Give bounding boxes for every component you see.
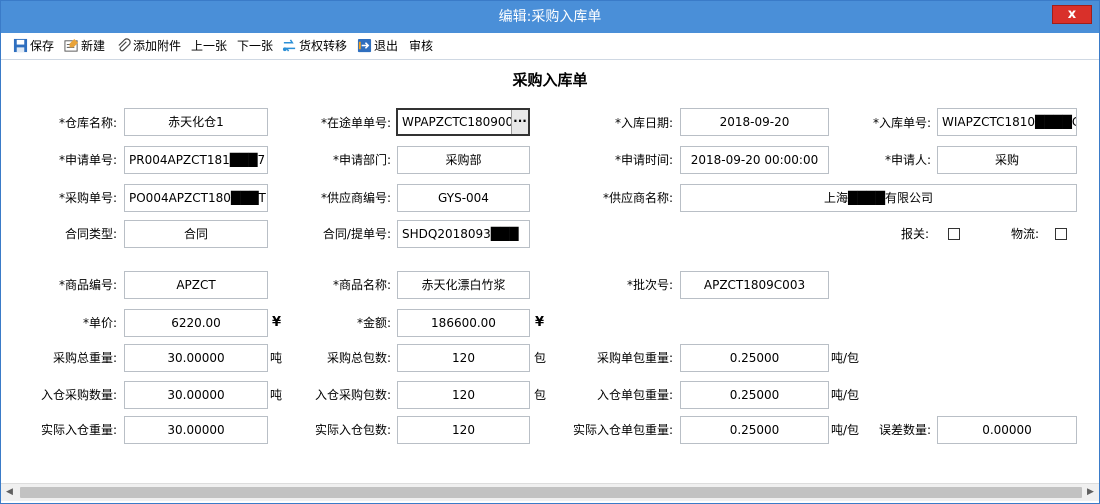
supplier-name-field[interactable]: 上海████有限公司: [680, 184, 1077, 212]
po-pack-weight-unit: 吨/包: [831, 351, 860, 365]
audit-button[interactable]: 审核: [409, 37, 433, 55]
req-dept-field[interactable]: 采购部: [397, 146, 530, 174]
new-label: 新建: [81, 39, 106, 53]
close-button[interactable]: x: [1052, 5, 1092, 24]
act-weight-field[interactable]: 30.00000: [124, 416, 268, 444]
edit-window: 编辑:采购入库单 x 保存 新建 添加附件 上一张 下一张 货权转移 退出 审核…: [0, 0, 1100, 504]
logistics-checkbox[interactable]: [1055, 228, 1067, 240]
in-po-packs-label: 入仓采购包数:: [314, 388, 391, 402]
amount-field[interactable]: 186600.00: [397, 309, 530, 337]
unit-price-currency: ¥: [272, 315, 282, 330]
transfer-label: 货权转移: [299, 39, 348, 53]
contract-type-field[interactable]: 合同: [124, 220, 268, 248]
in-pack-weight-label: 入仓单包重量:: [596, 388, 673, 402]
po-total-weight-label: 采购总重量:: [52, 351, 117, 365]
applicant-field[interactable]: 采购: [937, 146, 1077, 174]
in-no-field[interactable]: WIAPZCTC1810████CT: [937, 108, 1077, 136]
transit-no-field[interactable]: WPAPZCTC1809003 ···: [396, 108, 530, 136]
save-label: 保存: [30, 39, 55, 53]
req-time-field[interactable]: 2018-09-20 00:00:00: [680, 146, 829, 174]
in-po-packs-unit: 包: [534, 388, 547, 402]
po-total-packs-label: 采购总包数:: [326, 351, 391, 365]
warehouse-label: *仓库名称:: [58, 116, 117, 130]
amount-label: *金额:: [356, 316, 391, 330]
in-no-label: *入库单号:: [872, 116, 931, 130]
next-button[interactable]: 下一张: [237, 37, 273, 55]
contract-no-field[interactable]: SHDQ2018093███: [397, 220, 530, 248]
in-date-field[interactable]: 2018-09-20: [680, 108, 829, 136]
add-attachment-label: 添加附件: [133, 39, 182, 53]
warehouse-field[interactable]: 赤天化仓1: [124, 108, 268, 136]
transfer-ownership-button[interactable]: 货权转移: [282, 37, 347, 55]
customs-label: 报关:: [900, 227, 929, 241]
product-code-label: *商品编号:: [58, 278, 117, 292]
scroll-thumb[interactable]: [20, 487, 1082, 498]
logistics-label: 物流:: [1010, 227, 1039, 241]
exit-label: 退出: [374, 39, 399, 53]
amount-currency: ¥: [535, 315, 545, 330]
unit-price-field[interactable]: 6220.00: [124, 309, 268, 337]
act-pack-weight-unit: 吨/包: [831, 423, 860, 437]
save-button[interactable]: 保存: [13, 37, 54, 55]
applicant-label: *申请人:: [884, 153, 931, 167]
po-no-label: *采购单号:: [58, 191, 117, 205]
po-total-weight-field[interactable]: 30.00000: [124, 344, 268, 372]
in-po-packs-field[interactable]: 120: [397, 381, 530, 409]
po-pack-weight-label: 采购单包重量:: [596, 351, 673, 365]
req-no-field[interactable]: PR004APZCT181███7: [124, 146, 268, 174]
in-po-qty-label: 入仓采购数量:: [40, 388, 117, 402]
new-button[interactable]: 新建: [64, 37, 105, 55]
transit-no-lookup-button[interactable]: ···: [511, 110, 528, 134]
in-date-label: *入库日期:: [614, 116, 673, 130]
contract-type-label: 合同类型:: [64, 227, 117, 241]
diff-qty-field[interactable]: 0.00000: [937, 416, 1077, 444]
contract-no-label: 合同/提单号:: [322, 227, 391, 241]
window-title: 编辑:采购入库单: [498, 9, 602, 25]
paperclip-icon: [118, 38, 131, 52]
po-total-packs-field[interactable]: 120: [397, 344, 530, 372]
horizontal-scrollbar[interactable]: ◀ ▶: [1, 483, 1099, 501]
po-no-field[interactable]: PO004APZCT180███T: [124, 184, 268, 212]
new-doc-icon: [64, 38, 79, 52]
product-name-label: *商品名称:: [332, 278, 391, 292]
form-title: 采购入库单: [512, 71, 588, 89]
supplier-code-label: *供应商编号:: [320, 191, 391, 205]
scroll-right-arrow-icon[interactable]: ▶: [1082, 484, 1099, 501]
title-bar: 编辑:采购入库单 x: [1, 1, 1099, 33]
act-pack-weight-field[interactable]: 0.25000: [680, 416, 829, 444]
diff-qty-label: 误差数量:: [878, 423, 931, 437]
act-packs-field[interactable]: 120: [397, 416, 530, 444]
customs-checkbox[interactable]: [948, 228, 960, 240]
save-icon: [13, 38, 28, 53]
act-pack-weight-label: 实际入仓单包重量:: [572, 423, 673, 437]
supplier-code-field[interactable]: GYS-004: [397, 184, 530, 212]
transfer-arrows-icon: [282, 39, 296, 52]
product-code-field[interactable]: APZCT: [124, 271, 268, 299]
po-total-packs-unit: 包: [534, 351, 547, 365]
exit-icon: [357, 38, 372, 53]
add-attachment-button[interactable]: 添加附件: [116, 37, 181, 55]
in-po-qty-field[interactable]: 30.00000: [124, 381, 268, 409]
batch-no-field[interactable]: APZCT1809C003: [680, 271, 829, 299]
in-po-qty-unit: 吨: [270, 388, 283, 402]
prev-button[interactable]: 上一张: [191, 37, 227, 55]
toolbar: 保存 新建 添加附件 上一张 下一张 货权转移 退出 审核: [1, 33, 1099, 60]
scroll-left-arrow-icon[interactable]: ◀: [1, 484, 18, 501]
po-total-weight-unit: 吨: [270, 351, 283, 365]
batch-no-label: *批次号:: [626, 278, 673, 292]
req-no-label: *申请单号:: [58, 153, 117, 167]
supplier-name-label: *供应商名称:: [602, 191, 673, 205]
transit-no-value: WPAPZCTC1809003: [402, 115, 521, 129]
unit-price-label: *单价:: [82, 316, 117, 330]
exit-button[interactable]: 退出: [357, 37, 398, 55]
product-name-field[interactable]: 赤天化漂白竹浆: [397, 271, 530, 299]
po-pack-weight-field[interactable]: 0.25000: [680, 344, 829, 372]
act-packs-label: 实际入仓包数:: [314, 423, 391, 437]
req-dept-label: *申请部门:: [332, 153, 391, 167]
act-weight-label: 实际入仓重量:: [40, 423, 117, 437]
in-pack-weight-unit: 吨/包: [831, 388, 860, 402]
in-pack-weight-field[interactable]: 0.25000: [680, 381, 829, 409]
transit-no-label: *在途单单号:: [320, 116, 391, 130]
req-time-label: *申请时间:: [614, 153, 673, 167]
